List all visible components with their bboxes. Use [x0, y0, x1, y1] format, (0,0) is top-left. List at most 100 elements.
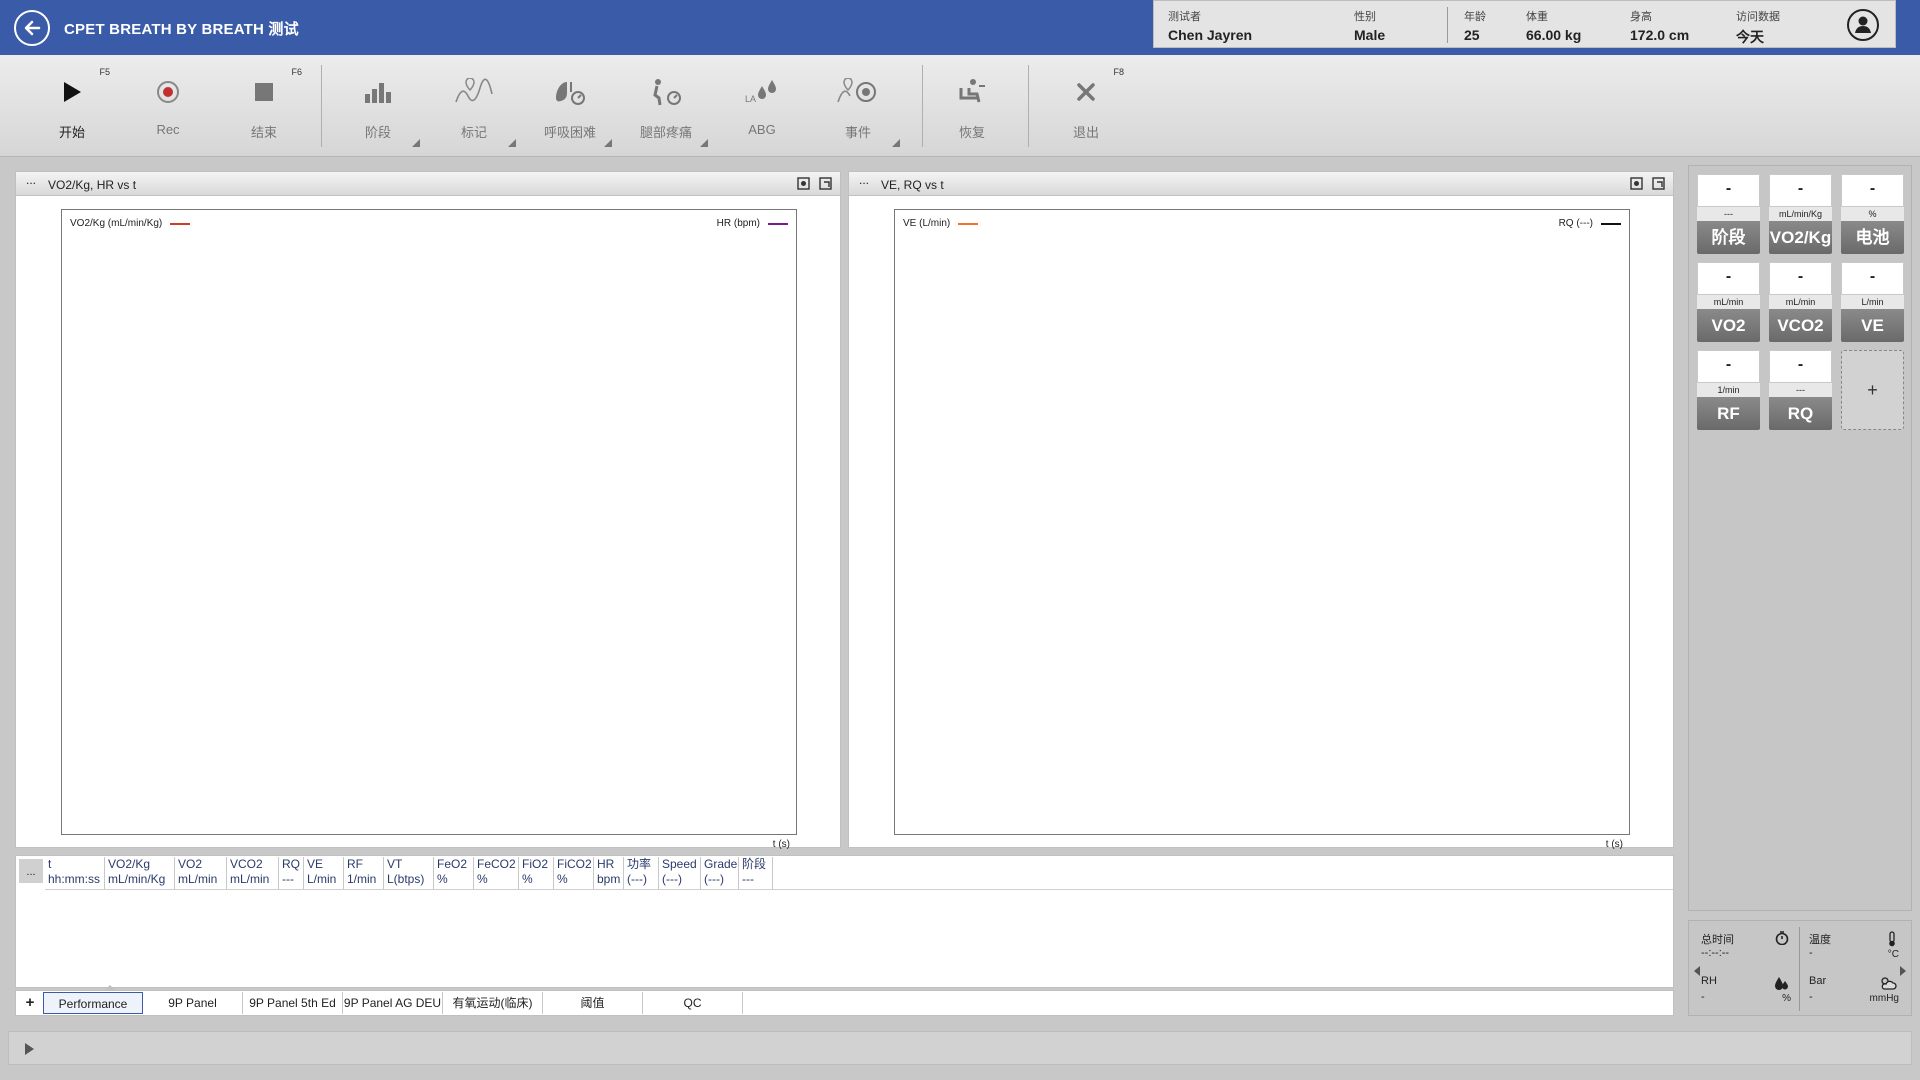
stop-icon — [216, 77, 312, 107]
column-name: FeO2 — [437, 857, 468, 871]
expand-arrow-icon[interactable] — [25, 1043, 34, 1055]
tile-ve[interactable]: - L/min VE — [1841, 262, 1904, 342]
column-name: FiCO2 — [557, 857, 592, 871]
environment-panel: 总时间 --:--:-- 温度 - °C RH - % Bar - mmHg — [1688, 920, 1912, 1016]
back-button[interactable] — [14, 10, 50, 46]
height-field: 身高 172.0 cm — [1630, 8, 1689, 43]
tile-rf[interactable]: - 1/min RF — [1697, 350, 1760, 430]
visit-value: 今天 — [1736, 29, 1764, 45]
panel-prev-icon[interactable] — [1693, 965, 1701, 977]
panel-next-icon[interactable] — [1899, 965, 1907, 977]
layout-tab-bar: + Performance 9P Panel 9P Panel 5th Ed 9P P… — [15, 985, 1674, 1016]
rec-button[interactable]: Rec — [120, 55, 216, 155]
tile-vo2[interactable]: - mL/min VO2 — [1697, 262, 1760, 342]
column-name: FeCO2 — [477, 857, 516, 871]
plot-area[interactable]: VE (L/min) RQ (---) t (s) — [894, 209, 1630, 850]
tile-label: 阶段 — [1697, 221, 1760, 254]
dyspnea-button[interactable]: 呼吸困难 — [522, 55, 618, 155]
end-button[interactable]: F6 结束 — [216, 55, 312, 155]
legend-line — [768, 222, 788, 225]
add-tab-button[interactable]: + — [20, 993, 40, 1013]
play-icon — [24, 77, 120, 107]
add-tile-button[interactable]: + — [1841, 350, 1904, 430]
total-time-value: --:--:-- — [1701, 947, 1730, 959]
tester-value: Chen Jayren — [1168, 27, 1253, 43]
column-header[interactable]: FeO2% — [434, 857, 474, 889]
height-label: 身高 — [1630, 11, 1652, 23]
column-unit: 1/min — [347, 872, 377, 886]
column-header[interactable]: Speed (---) — [659, 857, 701, 889]
column-name: VE — [307, 857, 324, 871]
legend-label: VO2/Kg (mL/min/Kg) — [70, 218, 163, 229]
phase-button[interactable]: 阶段 — [330, 55, 426, 155]
leg-pain-button[interactable]: 腿部疼痛 — [618, 55, 714, 155]
column-header[interactable]: VO2/Kg mL/min/Kg — [105, 857, 175, 889]
legend-line — [170, 222, 191, 225]
column-name: 阶段 — [742, 857, 767, 871]
layout-tab[interactable]: 9P Panel — [143, 992, 243, 1014]
total-time-label: 总时间 — [1701, 934, 1734, 946]
layout-tab[interactable]: Performance — [43, 992, 143, 1014]
event-button[interactable]: 事件 — [810, 55, 906, 155]
exit-button[interactable]: F8 退出 — [1038, 55, 1134, 155]
lungs-icon — [522, 77, 618, 107]
chart-titlebar: ... VO2/Kg, HR vs t — [16, 172, 840, 196]
column-unit: % — [522, 872, 533, 886]
plot-area[interactable]: VO2/Kg (mL/min/Kg) HR (bpm) t (s) — [61, 209, 797, 850]
tile-unit: mL/min — [1769, 295, 1832, 309]
column-header[interactable]: FeCO2% — [474, 857, 519, 889]
snapshot-icon[interactable] — [797, 177, 810, 190]
column-header[interactable]: 阶段 --- — [739, 857, 773, 889]
column-header[interactable]: t hh:mm:ss — [45, 857, 105, 889]
layout-tab[interactable]: 9P Panel 5th Ed — [243, 992, 343, 1014]
column-header[interactable]: VO2 mL/min — [175, 857, 227, 889]
recovery-icon — [924, 77, 1020, 107]
column-header[interactable]: RQ --- — [279, 857, 304, 889]
abg-button[interactable]: LA ABG — [714, 55, 810, 155]
start-button[interactable]: F5 开始 — [24, 55, 120, 155]
column-header[interactable]: RF 1/min — [344, 857, 384, 889]
table-menu-button[interactable]: ... — [19, 859, 43, 883]
marker-button[interactable]: 标记 — [426, 55, 522, 155]
sex-label: 性别 — [1354, 11, 1376, 23]
tile-phase[interactable]: - --- 阶段 — [1697, 174, 1760, 254]
sex-field: 性别 Male — [1354, 8, 1385, 43]
tile-value: - — [1841, 262, 1904, 295]
tile-vco2[interactable]: - mL/min VCO2 — [1769, 262, 1832, 342]
column-unit: % — [437, 872, 448, 886]
layout-tab[interactable]: 阈值 — [543, 992, 643, 1014]
start-shortcut: F5 — [99, 67, 110, 77]
layout-tab[interactable]: 9P Panel AG DEU — [343, 992, 443, 1014]
tile-battery[interactable]: - % 电池 — [1841, 174, 1904, 254]
expand-icon[interactable] — [1652, 177, 1665, 190]
expand-icon[interactable] — [819, 177, 832, 190]
page-title: CPET BREATH BY BREATH 测试 — [64, 21, 299, 38]
tile-rq[interactable]: - --- RQ — [1769, 350, 1832, 430]
layout-tab[interactable]: 有氧运动(临床) — [443, 992, 543, 1014]
user-profile-icon[interactable] — [1847, 9, 1879, 41]
toolbar-divider — [1028, 65, 1029, 147]
column-header[interactable]: HR bpm — [594, 857, 624, 889]
column-header[interactable]: VCO2 mL/min — [227, 857, 279, 889]
chart-menu-button[interactable]: ... — [859, 173, 869, 187]
tile-vo2kg[interactable]: - mL/min/Kg VO2/Kg — [1769, 174, 1832, 254]
column-unit: (---) — [662, 872, 682, 886]
total-time-cell: 总时间 --:--:-- — [1697, 927, 1797, 969]
blood-drops-icon: LA — [714, 77, 810, 107]
column-header[interactable]: FiO2% — [519, 857, 554, 889]
x-axis-label: t (s) — [1605, 839, 1623, 850]
snapshot-icon[interactable] — [1630, 177, 1643, 190]
end-label: 结束 — [250, 125, 277, 140]
visit-field: 访问数据 今天 — [1736, 8, 1780, 47]
column-header[interactable]: 功率 (---) — [624, 857, 659, 889]
column-header[interactable]: FiCO2% — [554, 857, 594, 889]
chart-menu-button[interactable]: ... — [26, 173, 36, 187]
column-header[interactable]: Grade (---) — [701, 857, 739, 889]
layout-tab[interactable]: QC — [643, 992, 743, 1014]
column-header[interactable]: VE L/min — [304, 857, 344, 889]
thermometer-icon — [1887, 931, 1897, 952]
recovery-button[interactable]: 恢复 — [924, 55, 1020, 155]
column-unit: (---) — [627, 872, 647, 886]
column-header[interactable]: VT L(btps) — [384, 857, 434, 889]
record-icon — [120, 77, 216, 107]
